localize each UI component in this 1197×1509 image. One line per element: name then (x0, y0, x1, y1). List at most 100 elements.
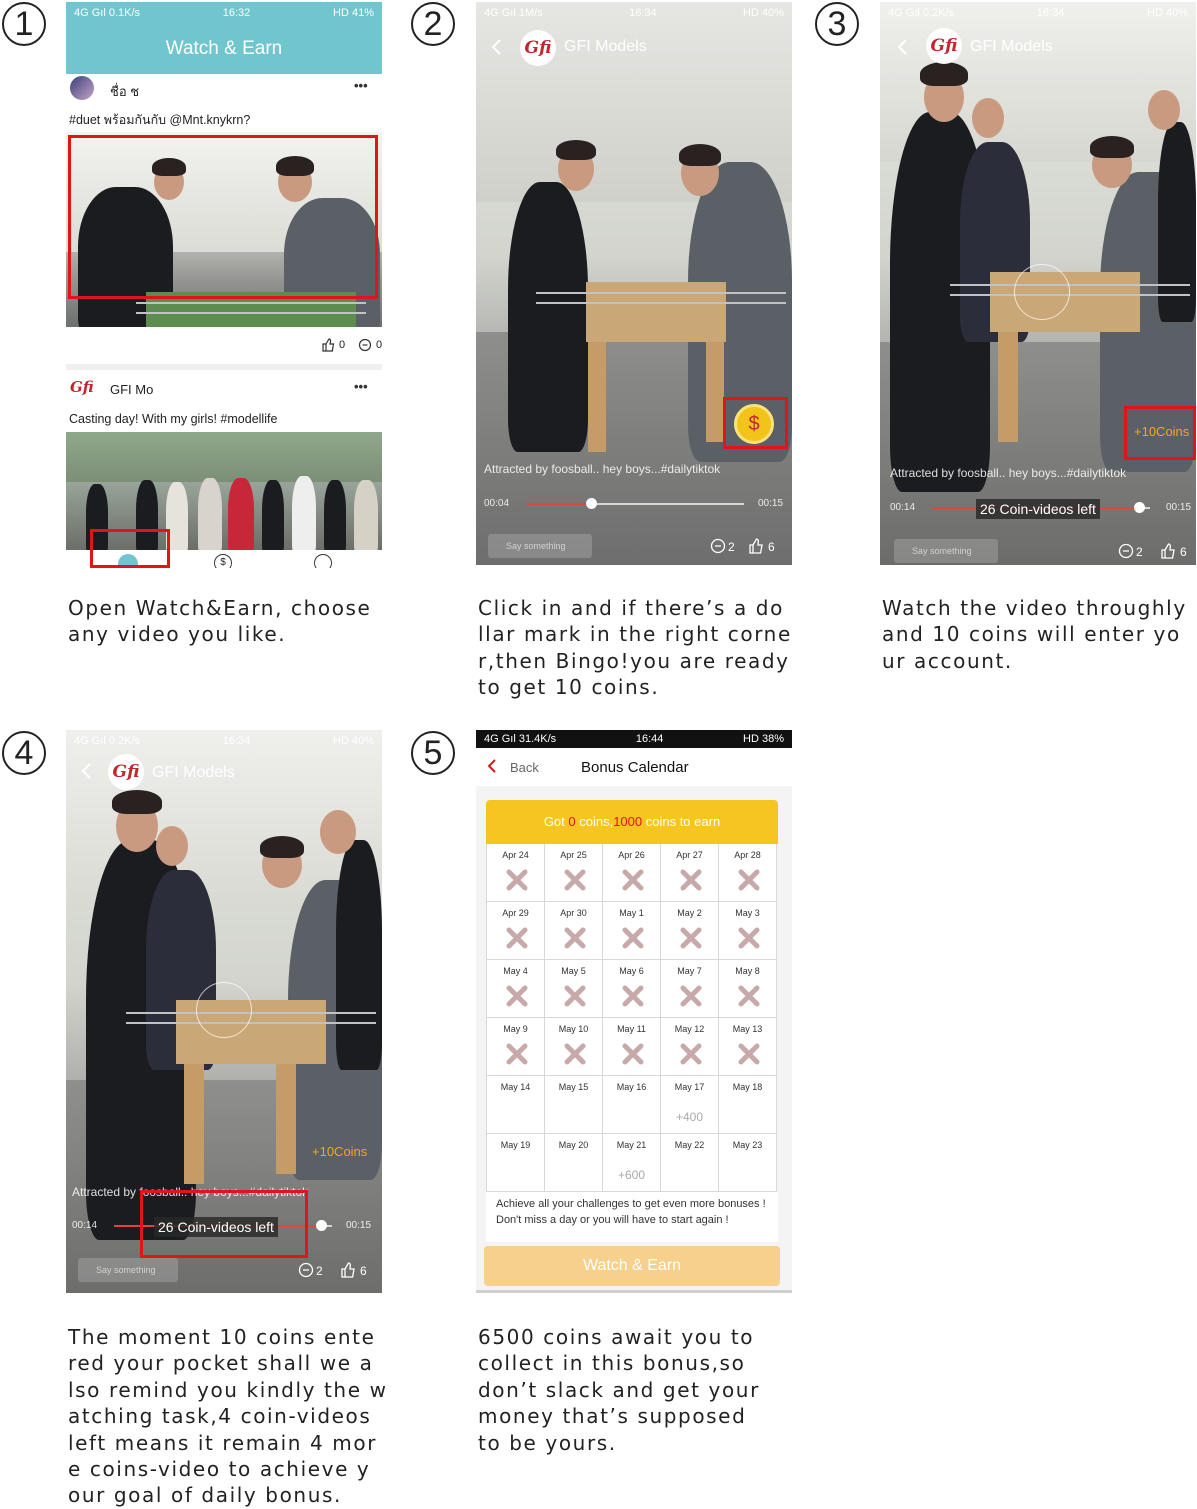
missed-x-icon (506, 1043, 528, 1065)
calendar-date: May 18 (732, 1082, 763, 1092)
calendar-date: May 4 (503, 966, 528, 976)
coin-videos-highlight (140, 1190, 308, 1258)
calendar-date: May 5 (561, 966, 586, 976)
calendar-day: Apr 24 (487, 844, 545, 902)
missed-x-icon (564, 1043, 586, 1065)
like-icon[interactable] (321, 338, 335, 352)
phone-screen-calendar: 4G Gıl 31.4K/s 16:44 HD 38% Back Bonus C… (476, 730, 792, 1293)
comment-input[interactable]: Say something (488, 534, 592, 558)
status-network: 4G Gıl 31.4K/s (484, 733, 557, 745)
divider (476, 1290, 792, 1293)
calendar-day: May 4 (487, 960, 545, 1018)
back-icon[interactable] (80, 762, 94, 780)
calendar-day: May 12 (661, 1018, 719, 1076)
calendar-day: May 17 +400 (661, 1076, 719, 1134)
calendar-grid: Apr 24 Apr 25 Apr 26 Apr 27 Apr 28 Apr 29 Apr … (486, 844, 777, 1192)
like-count: 0 (339, 339, 346, 351)
status-bar: 4G Gıl 0.2K/s 16:34 HD 40% (880, 2, 1196, 24)
missed-x-icon (506, 927, 528, 949)
coins-earned-popup: +10Coins (312, 1144, 368, 1159)
calendar-date: May 20 (558, 1140, 589, 1150)
channel-name[interactable]: GFI Models (152, 764, 235, 782)
channel-logo[interactable]: Gfi (108, 754, 144, 790)
calendar-date: May 13 (732, 1024, 763, 1034)
calendar-date: May 14 (500, 1082, 531, 1092)
back-button[interactable]: Back (510, 760, 539, 775)
video-caption: Attracted by foosball.. hey boys...#dail… (890, 466, 1127, 480)
profile-tab-icon[interactable] (314, 554, 332, 568)
calendar-date: May 16 (616, 1082, 647, 1092)
channel-logo[interactable]: Gfi (926, 28, 962, 64)
comment-icon[interactable] (710, 538, 726, 554)
calendar-day: May 22 (661, 1134, 719, 1192)
like-icon[interactable] (1160, 543, 1176, 559)
status-network: 4G Gıl 0.1K/s (74, 7, 141, 19)
comment-icon[interactable] (358, 338, 372, 352)
status-battery: HD 40% (743, 7, 784, 19)
calendar-date: May 12 (674, 1024, 705, 1034)
comment-icon[interactable] (298, 1262, 314, 1278)
comment-icon[interactable] (1118, 543, 1134, 559)
back-icon[interactable] (490, 38, 504, 56)
missed-x-icon (506, 869, 528, 891)
step-caption-5: 6500 coins await you to collect in this … (478, 1325, 760, 1455)
calendar-day: May 2 (661, 902, 719, 960)
comment-count: 2 (1136, 545, 1143, 559)
dollar-tab-icon[interactable]: $ (214, 554, 232, 568)
missed-x-icon (622, 869, 644, 891)
channel-name[interactable]: GFI Models (564, 38, 647, 56)
calendar-day: Apr 30 (545, 902, 603, 960)
missed-x-icon (622, 927, 644, 949)
gfi-logo[interactable]: Gfi (70, 378, 94, 396)
like-icon[interactable] (748, 538, 764, 554)
missed-x-icon (680, 869, 702, 891)
missed-x-icon (564, 927, 586, 949)
page-title: Bonus Calendar (581, 759, 689, 776)
comment-input[interactable]: Say something (894, 539, 998, 563)
missed-x-icon (564, 985, 586, 1007)
missed-x-icon (506, 985, 528, 1007)
watch-earn-button[interactable]: Watch & Earn (484, 1246, 780, 1286)
back-icon[interactable] (486, 758, 498, 774)
step-number-2: 2 (411, 2, 455, 46)
back-icon[interactable] (896, 38, 910, 56)
calendar-date: May 8 (735, 966, 760, 976)
post-username[interactable]: ชื่อ ช (110, 81, 139, 102)
calendar-day: Apr 27 (661, 844, 719, 902)
time-current: 00:04 (484, 498, 510, 509)
coins-highlight (1124, 406, 1196, 460)
more-icon[interactable]: ••• (354, 379, 368, 394)
calendar-day: May 19 (487, 1134, 545, 1192)
coin-highlight (723, 397, 788, 449)
step-number-1: 1 (2, 2, 46, 46)
like-count: 6 (768, 540, 775, 554)
calendar-day: May 13 (719, 1018, 777, 1076)
video-highlight (68, 135, 378, 299)
calendar-date: May 11 (617, 1024, 646, 1034)
comment-input[interactable]: Say something (78, 1258, 178, 1282)
footer-text: Achieve all your challenges to get even … (496, 1198, 766, 1226)
phone-screen-video: 4G Gıl 0.2K/s 16:34 HD 40% Gfi GFI Model… (880, 2, 1196, 565)
step-caption-1: Open Watch&Earn, choose any video you li… (68, 596, 372, 647)
channel-logo[interactable]: Gfi (520, 30, 556, 66)
calendar-date: May 2 (677, 908, 702, 918)
missed-x-icon (564, 869, 586, 891)
avatar[interactable] (70, 76, 94, 100)
calendar-day: May 8 (719, 960, 777, 1018)
missed-x-icon (738, 1043, 760, 1065)
calendar-day: May 3 (719, 902, 777, 960)
status-time: 16:34 (629, 7, 657, 19)
missed-x-icon (680, 927, 702, 949)
more-icon[interactable]: ••• (354, 78, 368, 93)
divider (66, 364, 382, 370)
status-bar: 4G Gıl 0.1K/s 16:32 HD 41% (66, 2, 382, 24)
like-count: 6 (360, 1264, 367, 1278)
channel-name[interactable]: GFI Models (970, 38, 1053, 56)
status-battery: HD 40% (333, 735, 374, 747)
post-username[interactable]: GFI Mo (110, 382, 153, 397)
comment-count: 2 (316, 1264, 323, 1278)
calendar-date: May 22 (674, 1140, 705, 1150)
calendar-day: Apr 26 (603, 844, 661, 902)
like-icon[interactable] (340, 1262, 356, 1278)
calendar-day: Apr 29 (487, 902, 545, 960)
